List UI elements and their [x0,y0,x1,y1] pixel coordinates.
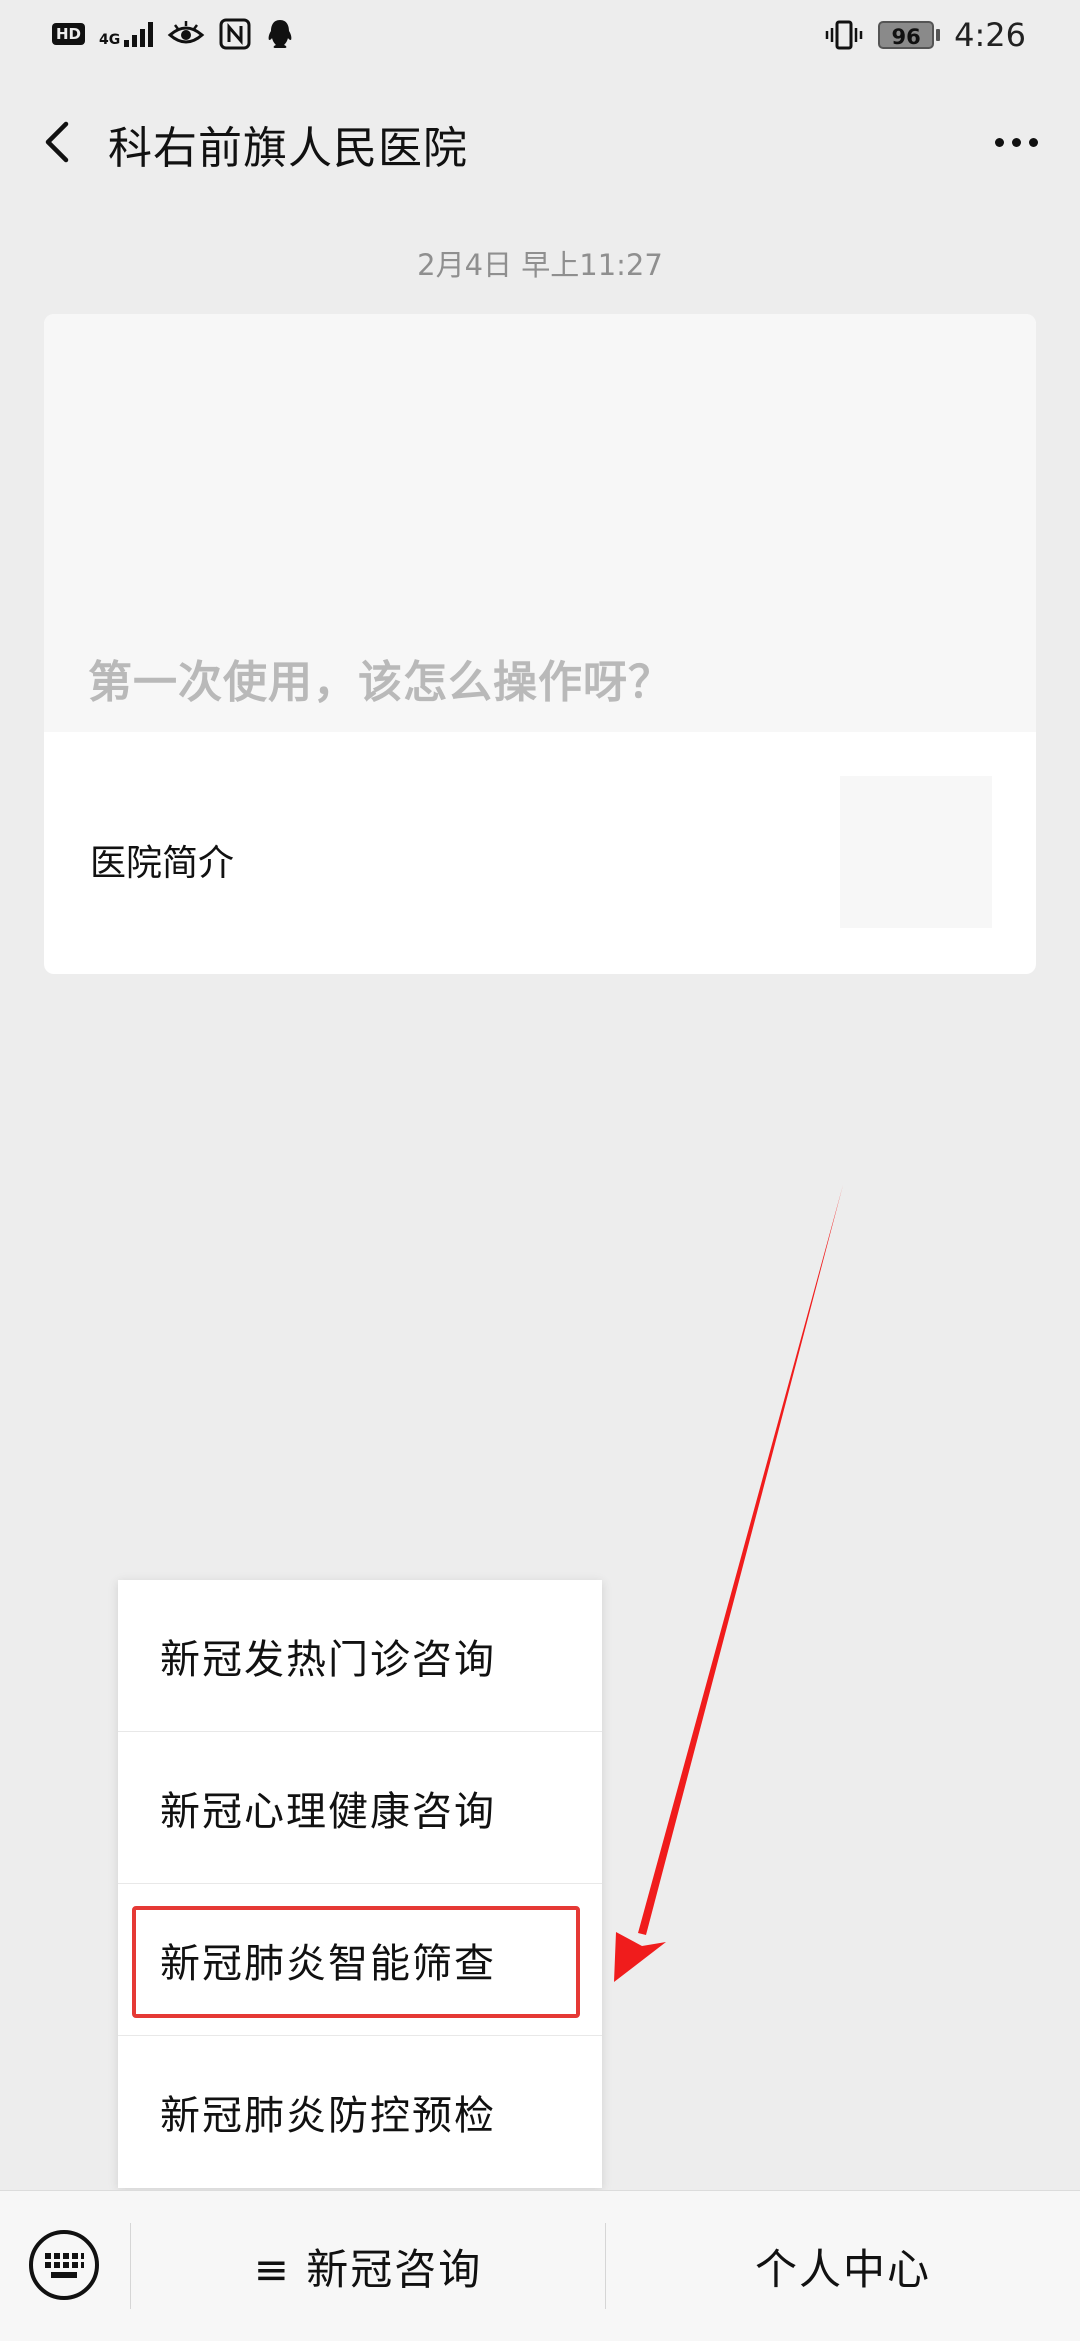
article-card[interactable]: 第一次使用，该怎么操作呀？ 医院简介 [44,314,1036,974]
hd-icon: HD [52,23,86,45]
signal-icon: 4G [99,21,154,47]
article-cover[interactable]: 第一次使用，该怎么操作呀？ [44,314,1036,732]
nav-bar: 科右前旗人民医院 [0,74,1080,208]
page-title: 科右前旗人民医院 [108,123,468,174]
eye-icon [167,21,205,44]
article-sub-title[interactable]: 医院简介 [90,834,234,886]
chevron-left-icon[interactable] [34,114,90,170]
keyboard-icon[interactable] [26,2227,102,2303]
menu-button-covid-consult[interactable]: ≡ 新冠咨询 [131,2191,605,2341]
clock: 4:26 [954,16,1026,54]
menu-item-mental-health[interactable]: 新冠心理健康咨询 [118,1732,602,1884]
bottom-menu-bar: ≡ 新冠咨询 个人中心 [0,2190,1080,2341]
article-thumbnail[interactable] [840,776,992,928]
qq-icon [268,20,292,48]
battery-icon: 96 [878,21,941,49]
article-cover-title: 第一次使用，该怎么操作呀？ [88,657,673,708]
more-dots-icon[interactable] [986,114,1046,170]
menu-button-personal-center[interactable]: 个人中心 [606,2191,1080,2341]
highlight-box [132,1906,580,2018]
status-bar: HD 4G 96 4:26 [0,0,1080,74]
menu-item-prevention-precheck[interactable]: 新冠肺炎防控预检 [118,2036,602,2188]
menu-item-fever-clinic[interactable]: 新冠发热门诊咨询 [118,1580,602,1732]
popup-menu: 新冠发热门诊咨询 新冠心理健康咨询 新冠肺炎智能筛查 新冠肺炎防控预检 [118,1580,602,2188]
message-timestamp: 2月4日 早上11:27 [417,248,663,282]
nfc-icon [219,18,251,50]
vibrate-icon [825,20,863,50]
